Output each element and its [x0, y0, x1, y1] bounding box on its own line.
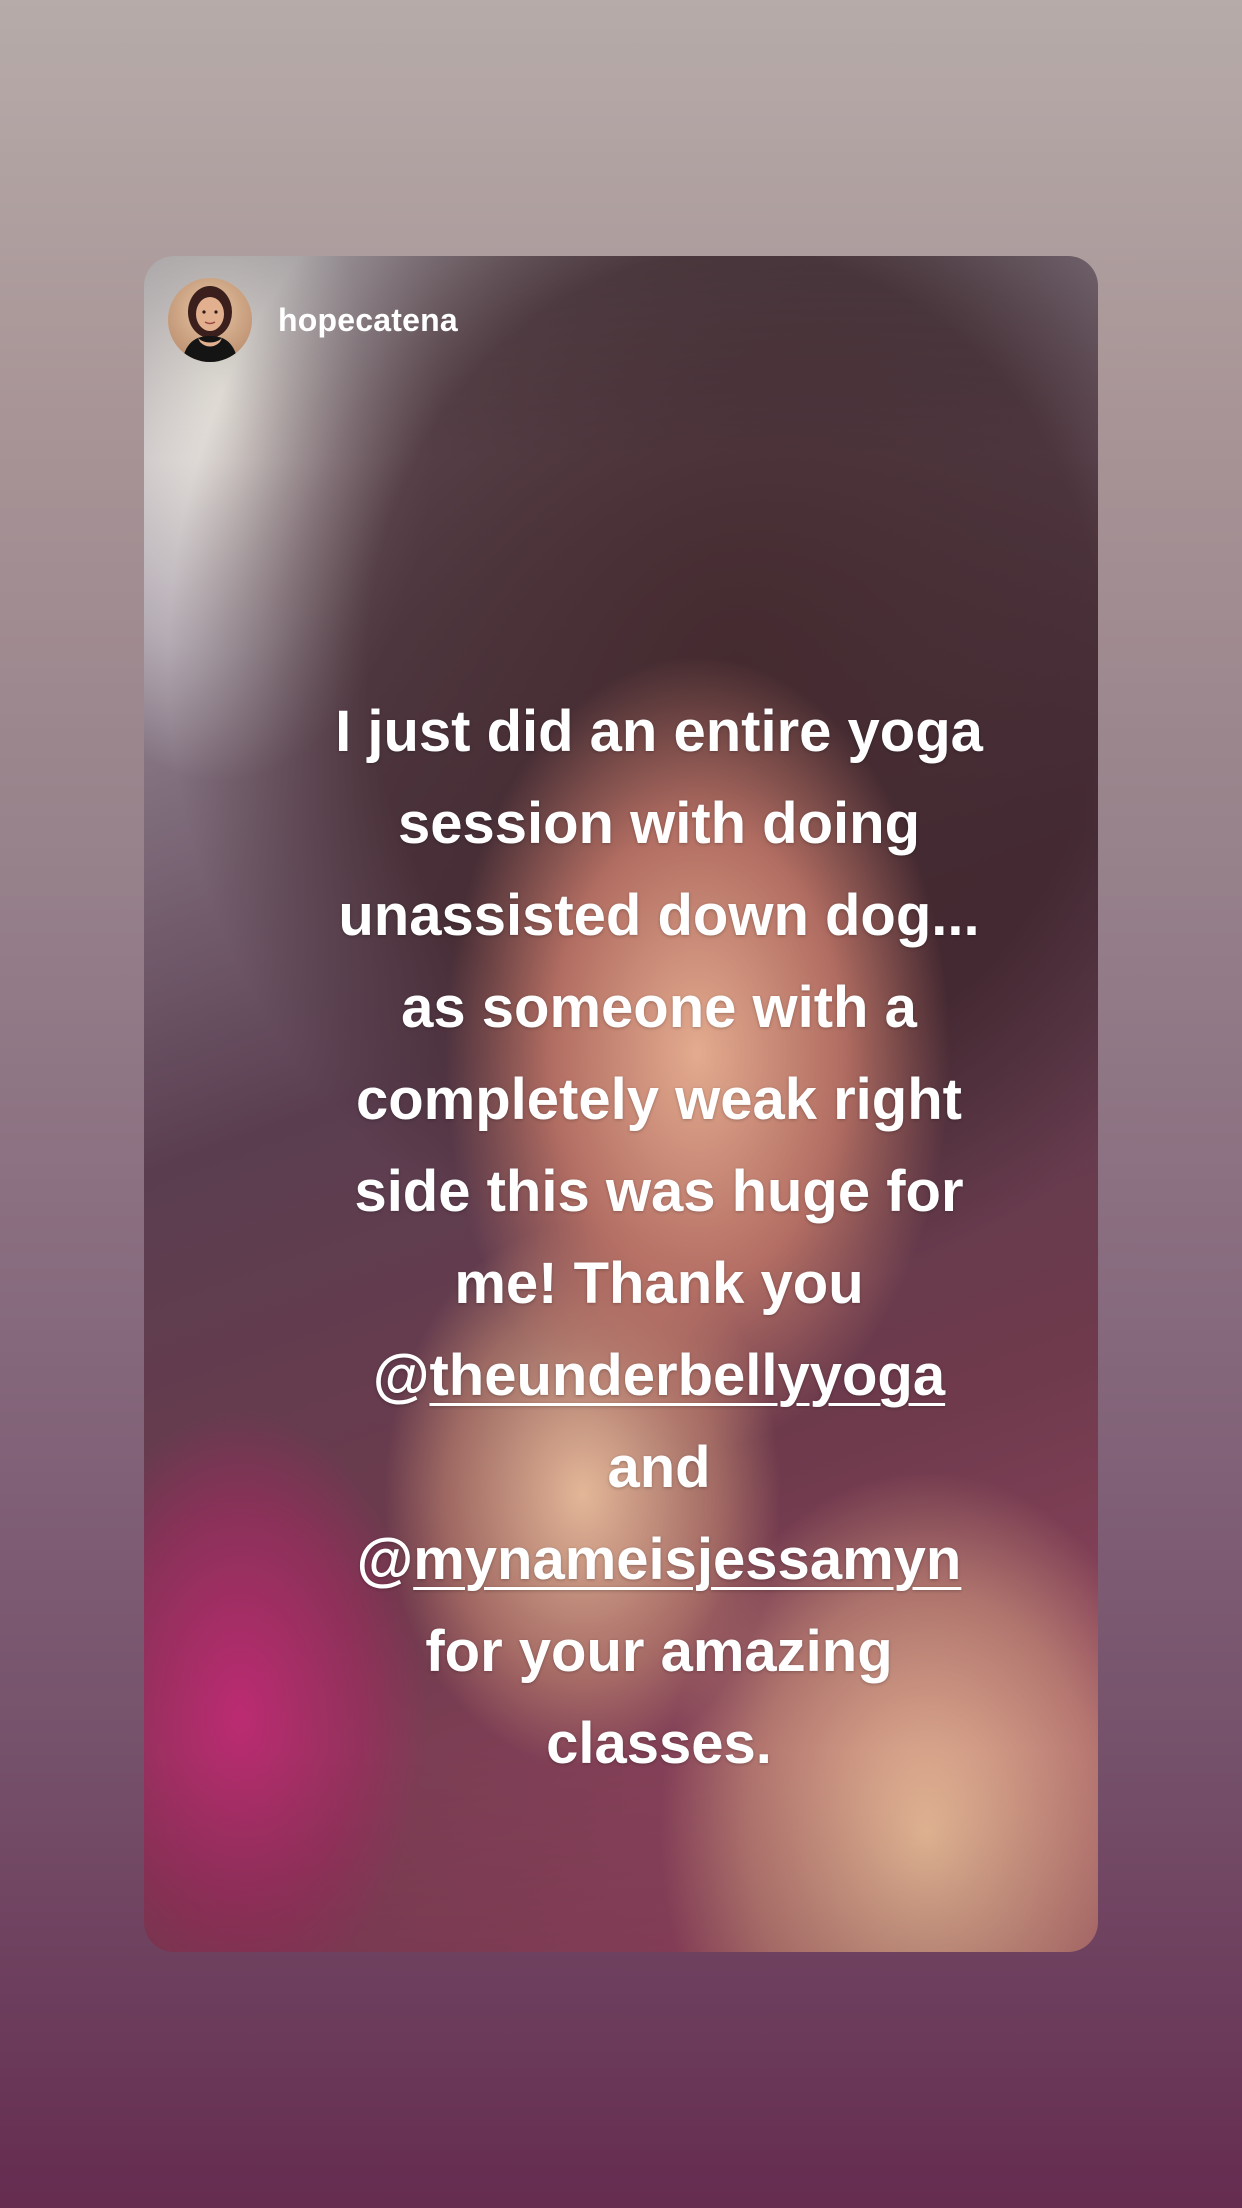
mention-link-2[interactable]: mynameisjessamyn	[413, 1527, 961, 1592]
caption-line: session with doing	[397, 791, 921, 856]
story-caption: I just did an entire yoga session with d…	[254, 686, 1064, 1790]
caption-line: I just did an entire yoga	[335, 699, 983, 764]
caption-line: classes.	[546, 1711, 772, 1776]
caption-line: completely weak right	[356, 1067, 962, 1132]
caption-line: for your amazing	[425, 1619, 893, 1684]
mention-at: @	[356, 1527, 414, 1592]
caption-line: as someone with a	[401, 975, 917, 1040]
mention-line-2: @mynameisjessamyn	[254, 1514, 1064, 1606]
mention-link-1[interactable]: theunderbellyyoga	[429, 1343, 945, 1408]
mention-line-1: @theunderbellyyoga	[254, 1330, 1064, 1422]
caption-line: me! Thank you	[454, 1251, 864, 1316]
avatar-icon	[168, 278, 252, 362]
story-header: hopecatena	[168, 278, 458, 362]
caption-line: side this was huge for	[354, 1159, 964, 1224]
username[interactable]: hopecatena	[278, 302, 458, 339]
connector-text: and	[607, 1435, 711, 1500]
story-card[interactable]: hopecatena I just did an entire yoga ses…	[144, 256, 1098, 1952]
avatar[interactable]	[168, 278, 252, 362]
mention-at: @	[372, 1343, 430, 1408]
caption-line: unassisted down dog...	[338, 883, 980, 948]
